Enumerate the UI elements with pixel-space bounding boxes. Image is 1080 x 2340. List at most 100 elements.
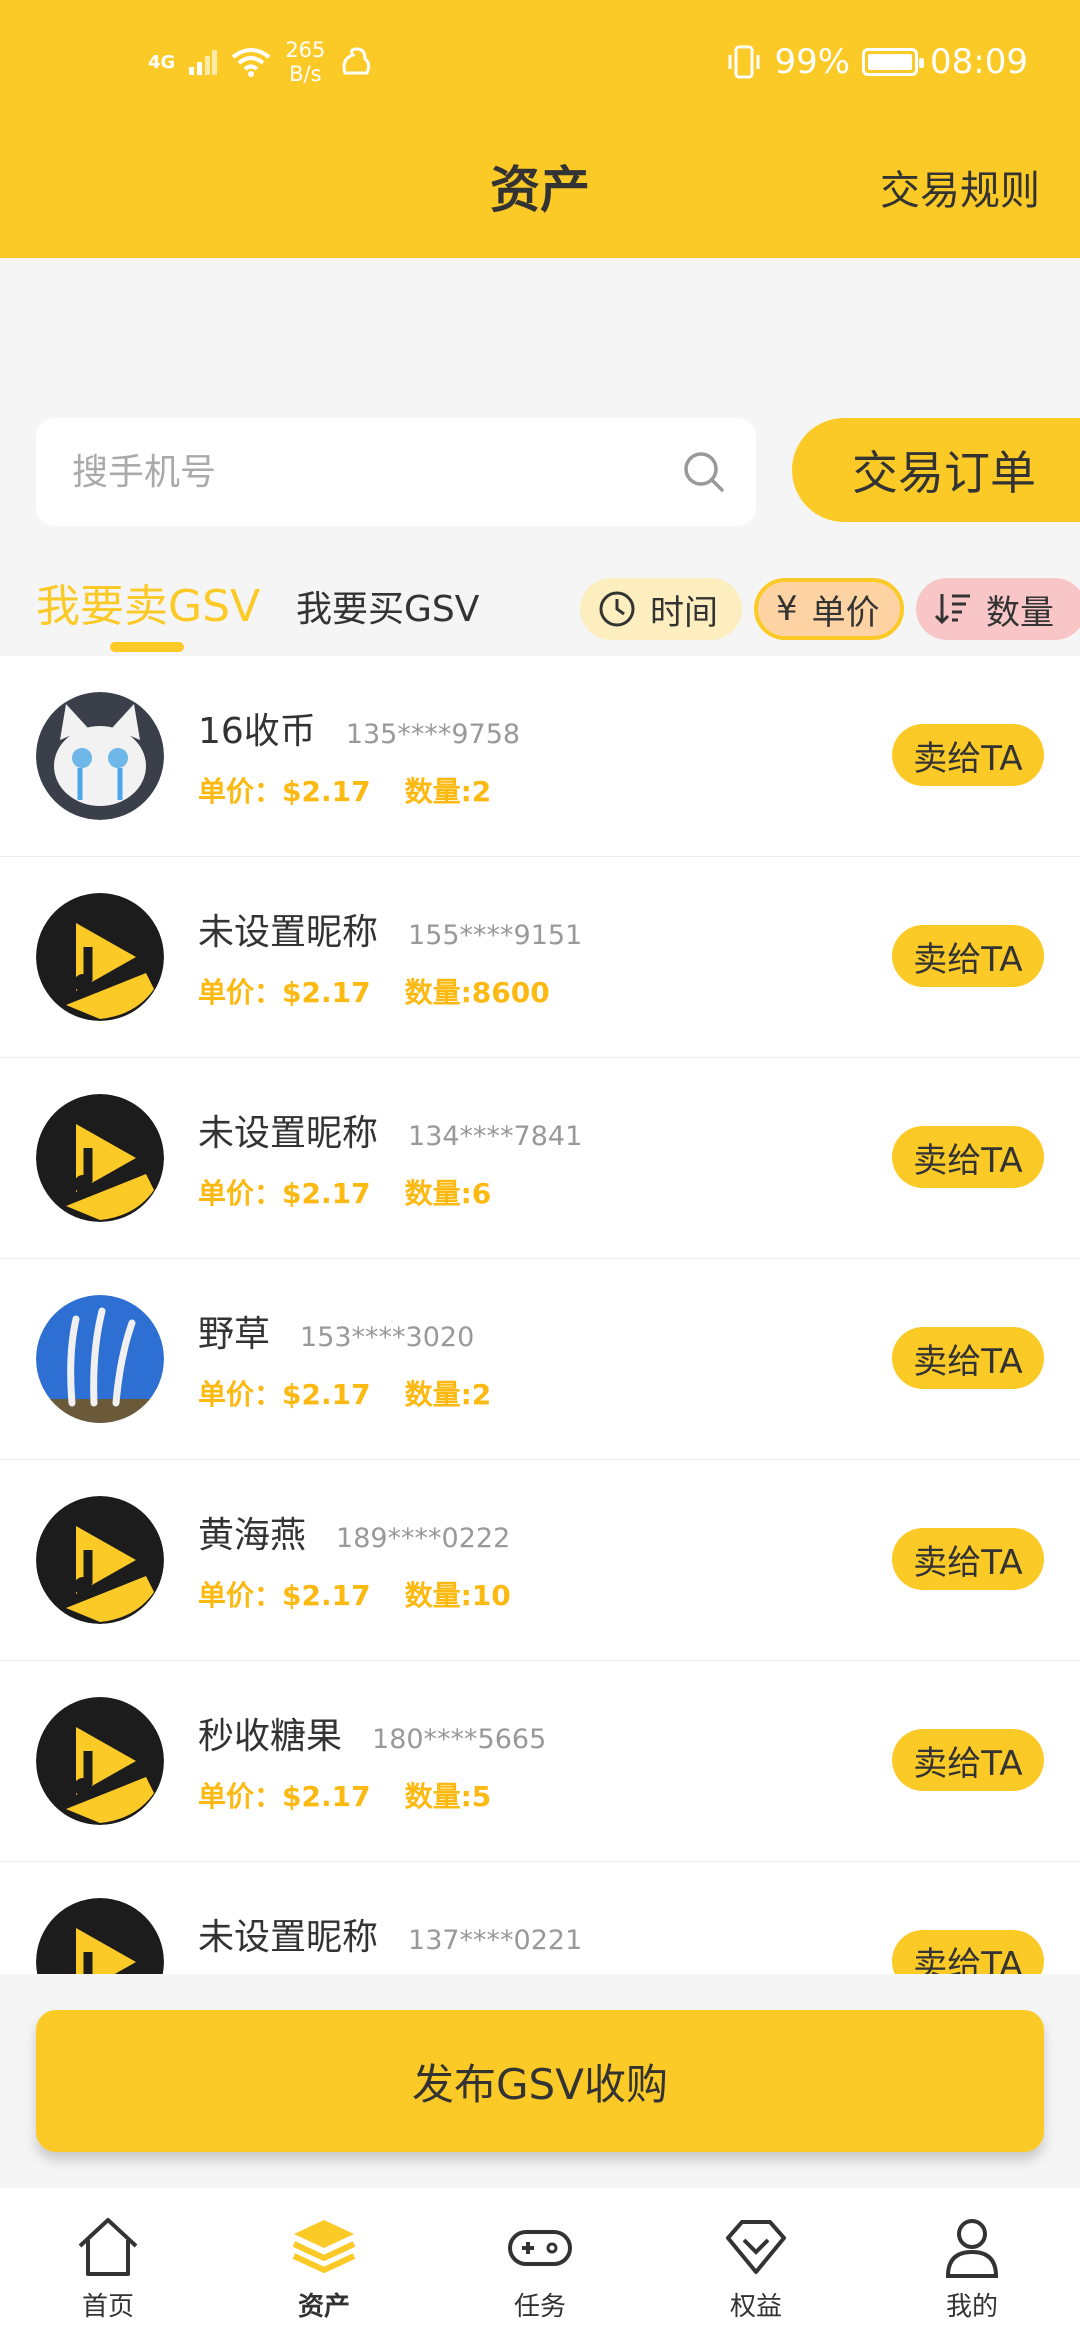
gsv-logo-avatar-icon — [36, 1898, 164, 1974]
seller-name: 未设置昵称 134****7841 — [198, 1104, 582, 1156]
avatar — [36, 1898, 164, 1974]
vibrate-icon — [728, 45, 760, 79]
seller-phone: 180****5665 — [372, 1724, 547, 1755]
list-item: 16收币 135****9758 单价：$2.17 数量:2 卖给TA — [0, 656, 1080, 857]
unit-price: 单价：$2.17 — [198, 976, 371, 1009]
avatar — [36, 1094, 164, 1222]
active-tab-indicator — [110, 642, 184, 652]
seller-name: 秒收糖果 180****5665 — [198, 1707, 546, 1759]
gamepad-icon — [508, 2230, 572, 2266]
battery-fill — [868, 54, 912, 70]
tab-sell-gsv[interactable]: 我要卖GSV — [36, 570, 260, 634]
avatar — [36, 692, 164, 820]
home-icon — [78, 2218, 138, 2276]
offer-quantity: 数量:2 — [404, 1378, 492, 1411]
search-input[interactable] — [72, 444, 672, 500]
nav-label-benefits: 权益 — [729, 2292, 782, 2322]
nav-label-tasks: 任务 — [513, 2292, 566, 2322]
offer-meta: 单价：$2.17 数量:2 — [198, 1373, 491, 1413]
tab-bar: 我要卖GSV 我要买GSV 时间 ¥ 单价 数量 — [0, 560, 1080, 656]
avatar — [36, 1697, 164, 1825]
unit-price: 单价：$2.17 — [198, 1579, 371, 1612]
seller-phone: 135****9758 — [345, 719, 521, 750]
seller-nickname: 黄海燕 — [198, 1515, 307, 1556]
user-icon — [945, 2219, 999, 2278]
unit-price: 单价：$2.17 — [198, 1177, 371, 1210]
unit-price: 单价：$2.17 — [198, 1780, 371, 1813]
clock-icon — [599, 591, 635, 627]
search-icon[interactable] — [682, 450, 726, 494]
network-label: 4G — [148, 51, 176, 73]
seller-nickname: 野草 — [198, 1314, 271, 1355]
gsv-logo-avatar-icon — [36, 1094, 164, 1222]
sell-to-user-button[interactable]: 卖给TA — [892, 1528, 1044, 1590]
nav-profile[interactable]: 我的 — [864, 2188, 1080, 2340]
publish-gsv-purchase-button[interactable]: 发布GSV收购 — [36, 2010, 1044, 2152]
seller-phone: 153****3020 — [300, 1322, 475, 1353]
sell-to-user-button[interactable]: 卖给TA — [892, 1729, 1044, 1791]
speed-unit: B/s — [289, 62, 322, 86]
offer-meta: 单价：$2.17 数量:8600 — [198, 971, 550, 1011]
seller-phone: 134****7841 — [408, 1121, 583, 1152]
sell-to-user-button[interactable]: 卖给TA — [892, 1930, 1044, 1974]
seller-name: 野草 153****3020 — [198, 1305, 474, 1357]
nav-label-home: 首页 — [81, 2292, 134, 2322]
seller-phone: 189****0222 — [336, 1523, 511, 1554]
status-bar: 4G 265 B/s 99% 08:09 — [0, 0, 1080, 130]
offer-list: 16收币 135****9758 单价：$2.17 数量:2 卖给TA 未设置昵称 155*… — [0, 656, 1080, 1974]
seller-name: 未设置昵称 155****9151 — [198, 903, 582, 955]
nav-label-assets: 资产 — [297, 2292, 350, 2322]
seller-nickname: 16收币 — [198, 711, 316, 752]
offer-meta: 单价：$2.17 数量:2 — [198, 770, 491, 810]
tab-buy-gsv[interactable]: 我要买GSV — [296, 580, 479, 632]
sell-to-user-button[interactable]: 卖给TA — [892, 724, 1044, 786]
wifi-icon — [232, 48, 271, 77]
nav-label-profile: 我的 — [945, 2292, 998, 2322]
gsv-logo-avatar-icon — [36, 1496, 164, 1624]
speed-value: 265 — [285, 38, 326, 62]
trade-rules-link[interactable]: 交易规则 — [880, 158, 1040, 216]
battery-percent: 99% — [774, 42, 851, 82]
clock: 08:09 — [930, 42, 1028, 82]
sort-by-time-chip[interactable]: 时间 — [580, 578, 742, 640]
list-item: 野草 153****3020 单价：$2.17 数量:2 卖给TA — [0, 1259, 1080, 1460]
sell-to-user-button[interactable]: 卖给TA — [892, 1126, 1044, 1188]
list-item: 未设置昵称 137****0221 卖给TA — [0, 1862, 1080, 1974]
layers-icon — [292, 2220, 356, 2274]
seller-name: 黄海燕 189****0222 — [198, 1506, 510, 1558]
offer-quantity: 数量:10 — [404, 1579, 511, 1612]
avatar — [36, 893, 164, 1021]
list-item: 黄海燕 189****0222 单价：$2.17 数量:10 卖给TA — [0, 1460, 1080, 1661]
nav-home[interactable]: 首页 — [0, 2188, 216, 2340]
sort-time-label: 时间 — [650, 592, 718, 633]
yen-icon: ¥ — [776, 589, 798, 629]
network-speed: 265 B/s — [285, 38, 325, 86]
unit-price: 单价：$2.17 — [198, 775, 371, 808]
seller-name: 16收币 135****9758 — [198, 702, 520, 754]
signal-icon — [189, 50, 218, 75]
sell-to-user-button[interactable]: 卖给TA — [892, 1327, 1044, 1389]
offer-meta: 单价：$2.17 数量:6 — [198, 1172, 491, 1212]
sort-by-quantity-chip[interactable]: 数量 — [916, 578, 1080, 640]
list-item: 秒收糖果 180****5665 单价：$2.17 数量:5 卖给TA — [0, 1661, 1080, 1862]
top-banner: 4G 265 B/s 99% 08:09 资产 交易规则 — [0, 0, 1080, 258]
offer-quantity: 数量:6 — [404, 1177, 492, 1210]
squirrel-icon — [342, 47, 371, 75]
offer-quantity: 数量:5 — [404, 1780, 492, 1813]
seller-nickname: 未设置昵称 — [198, 1113, 379, 1154]
offer-quantity: 数量:2 — [404, 775, 492, 808]
seller-nickname: 秒收糖果 — [198, 1716, 343, 1757]
list-item: 未设置昵称 155****9151 单价：$2.17 数量:8600 卖给TA — [0, 857, 1080, 1058]
nav-tasks[interactable]: 任务 — [432, 2188, 648, 2340]
trade-orders-button[interactable]: 交易订单 — [792, 418, 1080, 522]
nav-assets[interactable]: 资产 — [216, 2188, 432, 2340]
shield-check-icon — [726, 2220, 786, 2274]
sort-descending-icon — [934, 594, 970, 625]
battery-icon — [862, 48, 925, 76]
sort-by-price-chip[interactable]: ¥ 单价 — [754, 578, 904, 640]
seller-nickname: 未设置昵称 — [198, 1917, 379, 1958]
sell-to-user-button[interactable]: 卖给TA — [892, 925, 1044, 987]
nav-benefits[interactable]: 权益 — [648, 2188, 864, 2340]
search-box[interactable] — [36, 418, 756, 526]
list-item: 未设置昵称 134****7841 单价：$2.17 数量:6 卖给TA — [0, 1058, 1080, 1259]
